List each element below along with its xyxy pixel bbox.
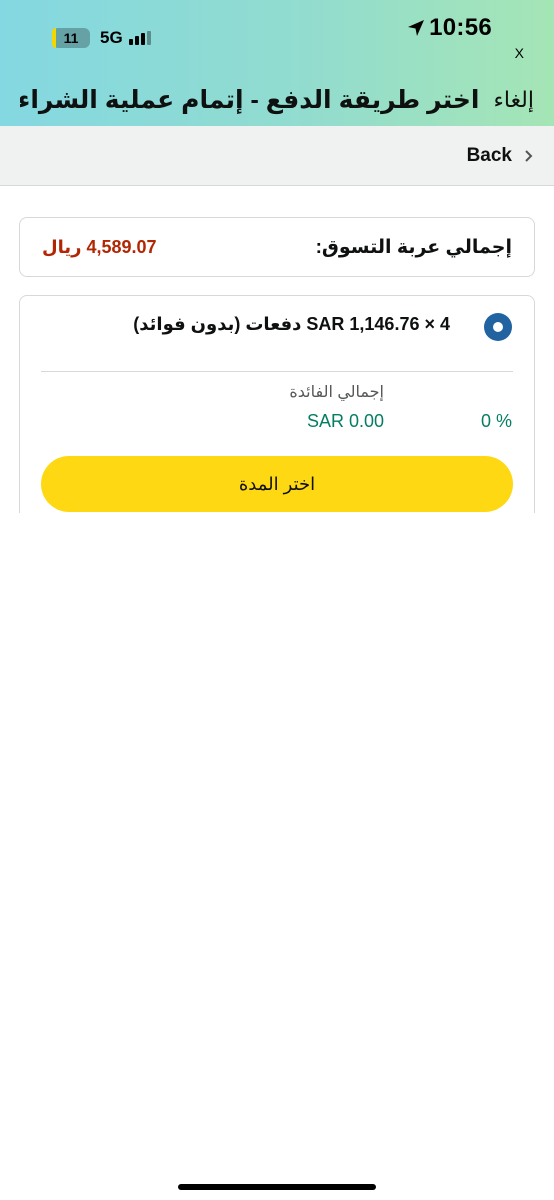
back-label: Back [466,145,512,166]
cart-total-label: إجمالي عربة التسوق: [315,236,512,258]
divider [41,371,513,372]
close-x-button[interactable]: X [515,45,524,61]
status-bar-left: 11 5G [52,28,151,48]
interest-total-label: إجمالي الفائدة [289,384,384,401]
cart-total-box: إجمالي عربة التسوق: 4,589.07 ريال [19,217,535,277]
back-bar: Back [0,126,554,186]
back-button[interactable]: Back [467,126,536,186]
signal-bars-icon [128,31,151,45]
installment-option-label: 4 × SAR 1,146.76 دفعات (بدون فوائد) [133,314,450,334]
cancel-link[interactable]: إلغاء [494,87,534,113]
title-row: إلغاء اختر طريقة الدفع - إتمام عملية الش… [0,80,554,120]
battery-level: 11 [63,30,79,46]
installment-radio[interactable] [484,313,512,341]
network-type: 5G [100,28,123,47]
interest-amount: SAR 0.00 [306,411,384,431]
cart-total-value: 4,589.07 ريال [42,236,157,257]
page-title: اختر طريقة الدفع - إتمام عملية الشراء... [19,86,480,114]
chevron-right-icon [525,150,533,162]
status-time: 10:56 [429,14,492,41]
installment-option-card[interactable]: 4 × SAR 1,146.76 دفعات (بدون فوائد) إجما… [19,295,535,513]
battery-icon: 11 [52,28,90,48]
select-duration-button[interactable]: اختر المدة [41,456,513,512]
location-arrow-icon [408,20,424,36]
interest-rate: 0 % [480,411,512,431]
home-indicator [178,1184,376,1190]
app-header: 11 5G 10:56 X إلغاء اختر طريقة الدفع - إ… [0,0,554,126]
